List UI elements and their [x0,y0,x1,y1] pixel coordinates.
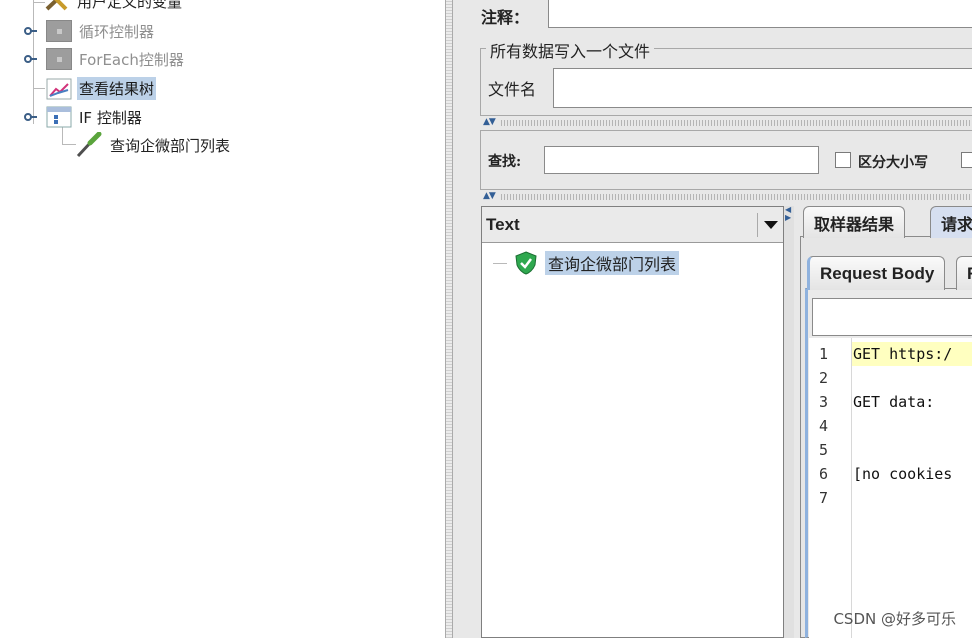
chevron-down-icon[interactable] [757,213,783,237]
tree-guide-line [493,263,507,264]
controller-icon [46,20,72,42]
divider [501,120,972,126]
search-input[interactable] [544,146,819,174]
line-gutter [809,338,852,638]
group-title: 所有数据写入一个文件 [486,38,655,62]
chart-icon [46,78,72,100]
filename-input[interactable] [553,68,972,108]
comment-input[interactable] [548,0,972,28]
tree-item-label: ForEach控制器 [79,50,184,69]
tab-request-body[interactable]: Request Body [807,256,946,290]
divider [501,194,972,200]
split-arrows-icon[interactable]: ▲▼ [483,192,496,201]
tree-item-user-variables[interactable]: 用户定义的变量 [44,0,184,14]
code-line: [no cookies [853,465,953,483]
line-number: 4 [819,417,829,435]
tree-item-if-controller[interactable]: IF 控制器 [46,104,144,130]
renderer-select-value: Text [486,215,520,234]
success-shield-icon [515,251,537,275]
code-line: GET data: [853,393,935,411]
result-item-label: 查询企微部门列表 [545,251,680,275]
tree-item-query-departments[interactable]: 查询企微部门列表 [75,132,232,158]
tab-request[interactable]: 请求 [930,206,972,238]
pane-splitter[interactable] [445,0,453,638]
editor-search-input[interactable] [812,298,972,336]
tree-item-label: IF 控制器 [79,108,142,127]
tree-item-label: 查询企微部门列表 [110,136,231,155]
wrench-icon [45,0,68,11]
list-splitter[interactable]: ◀ ▶ [784,206,794,638]
line-number: 3 [819,393,829,411]
line-number: 7 [819,489,829,507]
collapse-toggle-icon[interactable] [24,112,37,122]
test-plan-tree: 用户定义的变量 循环控制器 ForEach控制器 查看结果树 IF 控制器 查询… [0,0,445,638]
results-tree-panel: 注释： 所有数据写入一个文件 文件名 ▲▼ 查找: 区分大小写 ▲▼ Text … [453,0,972,638]
expand-toggle-icon[interactable] [24,26,37,36]
expand-toggle-icon[interactable] [24,54,37,64]
line-number: 5 [819,441,829,459]
tree-item-view-results-tree[interactable]: 查看结果树 [46,75,157,101]
search-label: 查找: [488,154,522,170]
code-line: GET https:/ [853,345,953,363]
tree-guide-line [33,88,45,89]
line-number: 2 [819,369,829,387]
line-number: 1 [819,345,829,363]
filename-label: 文件名 [488,80,537,99]
case-sensitive-label: 区分大小写 [858,155,928,171]
tree-item-label: 查看结果树 [77,76,157,100]
tree-item-label: 循环控制器 [79,22,155,41]
tree-item-label: 用户定义的变量 [77,0,183,11]
if-controller-icon [46,106,72,128]
renderer-select[interactable]: Text [482,207,783,243]
comment-label: 注释： [481,8,530,27]
case-sensitive-checkbox[interactable] [835,152,851,168]
controller-icon [46,48,72,70]
tree-item-loop-controller[interactable]: 循环控制器 [46,18,156,44]
result-item[interactable]: 查询企微部门列表 [515,251,680,275]
line-number: 6 [819,465,829,483]
tree-guide-line [62,144,76,145]
watermark: CSDN @好多可乐 [833,610,956,628]
tree-item-foreach-controller[interactable]: ForEach控制器 [46,46,186,72]
regex-checkbox[interactable] [961,152,972,168]
tab-request-headers[interactable]: R [956,256,972,290]
split-arrows-icon[interactable]: ▲▼ [483,118,496,127]
tab-sampler-result[interactable]: 取样器结果 [803,206,906,238]
sampler-pipette-icon [76,132,102,158]
